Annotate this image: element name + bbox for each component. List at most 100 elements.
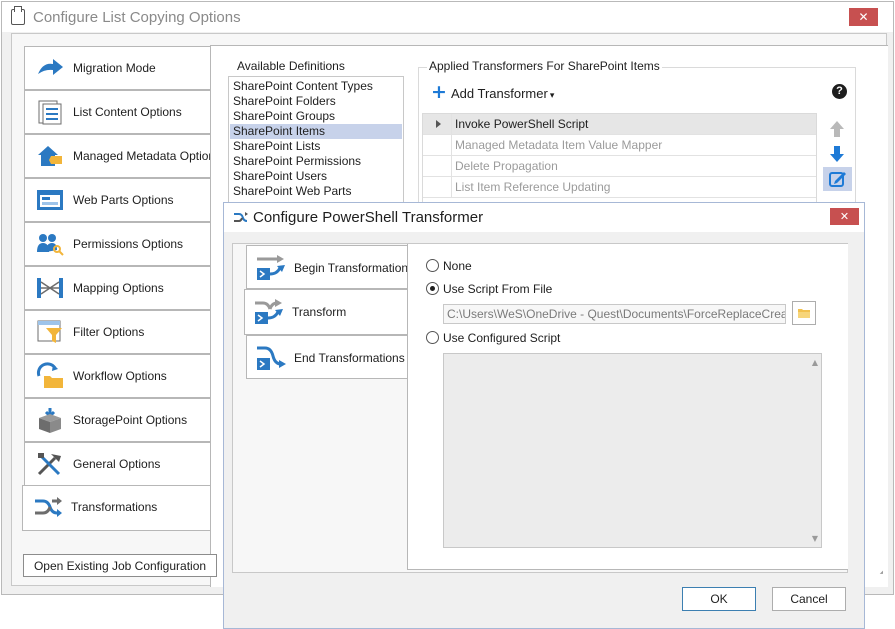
- row-expander[interactable]: [423, 135, 452, 155]
- radio-none[interactable]: [426, 259, 439, 272]
- radio-configured-script[interactable]: [426, 331, 439, 344]
- nav-tab-general[interactable]: General Options: [24, 442, 211, 486]
- permissions-icon: [37, 234, 64, 256]
- radio-script-from-file-label: Use Script From File: [443, 282, 553, 296]
- nav-label: Filter Options: [73, 325, 145, 339]
- transformer-row[interactable]: Managed Metadata Item Value Mapper: [423, 135, 816, 156]
- nav-label: Transformations: [71, 500, 158, 514]
- transform-options-panel: None Use Script From File C:\Users\WeS\O…: [407, 244, 848, 570]
- window-close-button[interactable]: ✕: [849, 8, 878, 26]
- add-transformer-button[interactable]: + Add Transformer ▾: [431, 81, 561, 104]
- cancel-button[interactable]: Cancel: [772, 587, 846, 611]
- applied-transformers-label: Applied Transformers For SharePoint Item…: [427, 59, 662, 73]
- nav-label: Managed Metadata Options: [73, 149, 222, 163]
- nav-tab-managed-metadata[interactable]: Managed Metadata Options: [24, 134, 221, 178]
- nav-tab-permissions[interactable]: Permissions Options: [24, 222, 211, 266]
- list-content-icon: [38, 100, 62, 125]
- definition-item[interactable]: SharePoint Groups: [230, 109, 402, 124]
- nav-tab-list-content[interactable]: List Content Options: [24, 90, 211, 134]
- end-transform-icon: [257, 346, 286, 370]
- tab-label: Begin Transformations: [294, 261, 415, 275]
- transformer-name: List Item Reference Updating: [455, 180, 611, 194]
- configured-script-editor[interactable]: ▲ ▼: [443, 353, 822, 548]
- row-expander[interactable]: [423, 114, 452, 134]
- available-definitions-list: SharePoint Content Types SharePoint Fold…: [228, 76, 404, 216]
- definition-item[interactable]: SharePoint Lists: [230, 139, 402, 154]
- definition-item[interactable]: SharePoint Users: [230, 169, 402, 184]
- tab-end-transformations[interactable]: End Transformations: [246, 335, 409, 379]
- tab-label: Transform: [292, 305, 347, 319]
- nav-label: Web Parts Options: [73, 193, 174, 207]
- tab-begin-transformations[interactable]: Begin Transformations: [246, 245, 414, 289]
- move-up-icon[interactable]: [824, 117, 850, 141]
- transformations-icon: [35, 497, 62, 517]
- dialog-body: Begin Transformations Transform End Tran…: [232, 243, 848, 573]
- storagepoint-icon: [39, 408, 61, 433]
- definition-item[interactable]: SharePoint Folders: [230, 94, 402, 109]
- nav-tab-storagepoint[interactable]: StoragePoint Options: [24, 398, 211, 442]
- transformers-grid: Invoke PowerShell Script Managed Metadat…: [422, 113, 817, 205]
- ok-button[interactable]: OK: [682, 587, 756, 611]
- script-file-path-input[interactable]: C:\Users\WeS\OneDrive - Quest\Documents\…: [443, 304, 786, 324]
- add-transformer-label: Add Transformer ▾: [451, 86, 555, 101]
- workflow-icon: [36, 362, 63, 388]
- general-tools-icon: [37, 453, 61, 476]
- filter-icon: [37, 320, 62, 343]
- tab-label: End Transformations: [294, 351, 405, 365]
- clipboard-icon: [11, 6, 25, 25]
- definition-item[interactable]: SharePoint Permissions: [230, 154, 402, 169]
- resize-grip-icon[interactable]: [875, 570, 889, 586]
- migration-arrow-icon: [38, 59, 63, 75]
- transformer-name: Delete Propagation: [455, 159, 558, 173]
- transformer-name: Managed Metadata Item Value Mapper: [455, 138, 663, 152]
- nav-tab-workflow[interactable]: Workflow Options: [24, 354, 211, 398]
- nav-label: StoragePoint Options: [73, 413, 188, 427]
- radio-script-from-file[interactable]: [426, 282, 439, 295]
- transformer-row[interactable]: Delete Propagation: [423, 156, 816, 177]
- available-definitions-label: Available Definitions: [235, 59, 347, 73]
- dialog-close-button[interactable]: ✕: [830, 208, 859, 225]
- nav-tab-web-parts[interactable]: Web Parts Options: [24, 178, 211, 222]
- plus-icon: +: [431, 81, 447, 103]
- transformer-row[interactable]: List Item Reference Updating: [423, 177, 816, 198]
- dialog-title-bar: Configure PowerShell Transformer ✕: [224, 203, 864, 232]
- transformer-row-selected[interactable]: Invoke PowerShell Script: [423, 114, 816, 135]
- folder-icon: [798, 309, 810, 318]
- edit-transformer-icon[interactable]: [823, 167, 852, 191]
- definition-item[interactable]: SharePoint Web Parts: [230, 184, 402, 199]
- web-parts-icon: [37, 190, 63, 210]
- nav-tab-mapping[interactable]: Mapping Options: [24, 266, 211, 310]
- browse-file-button[interactable]: [792, 301, 816, 325]
- nav-tab-migration-mode[interactable]: Migration Mode: [24, 46, 211, 90]
- open-existing-job-button[interactable]: Open Existing Job Configuration: [23, 554, 217, 577]
- row-expander[interactable]: [423, 177, 452, 197]
- nav-tab-filter[interactable]: Filter Options: [24, 310, 211, 354]
- transform-icon: [255, 299, 283, 324]
- nav-tab-transformations[interactable]: Transformations: [22, 485, 211, 531]
- nav-label: List Content Options: [73, 105, 182, 119]
- radio-none-label: None: [443, 259, 472, 273]
- dialog-transform-icon: [234, 212, 248, 222]
- mapping-icon: [37, 278, 63, 298]
- move-down-icon[interactable]: [824, 142, 850, 166]
- radio-configured-script-label: Use Configured Script: [443, 331, 561, 345]
- begin-transform-icon: [257, 255, 285, 280]
- scroll-down-icon[interactable]: ▼: [812, 534, 818, 543]
- help-icon[interactable]: ?: [832, 84, 847, 99]
- scroll-up-icon[interactable]: ▲: [812, 358, 818, 367]
- expand-arrow-icon: [436, 120, 441, 128]
- tab-transform[interactable]: Transform: [244, 289, 410, 335]
- definition-item[interactable]: SharePoint Content Types: [230, 79, 402, 94]
- definition-item-selected[interactable]: SharePoint Items: [230, 124, 402, 139]
- powershell-transformer-dialog: Configure PowerShell Transformer ✕ Begin…: [223, 202, 865, 629]
- nav-label: General Options: [73, 457, 161, 471]
- transformer-name: Invoke PowerShell Script: [455, 117, 589, 131]
- nav-label: Workflow Options: [73, 369, 167, 383]
- dialog-title: Configure PowerShell Transformer: [253, 209, 484, 226]
- managed-metadata-icon: [38, 146, 62, 166]
- window-title: Configure List Copying Options: [33, 9, 241, 26]
- nav-label: Permissions Options: [73, 237, 184, 251]
- nav-label: Mapping Options: [73, 281, 164, 295]
- row-expander[interactable]: [423, 156, 452, 176]
- nav-label: Migration Mode: [73, 61, 156, 75]
